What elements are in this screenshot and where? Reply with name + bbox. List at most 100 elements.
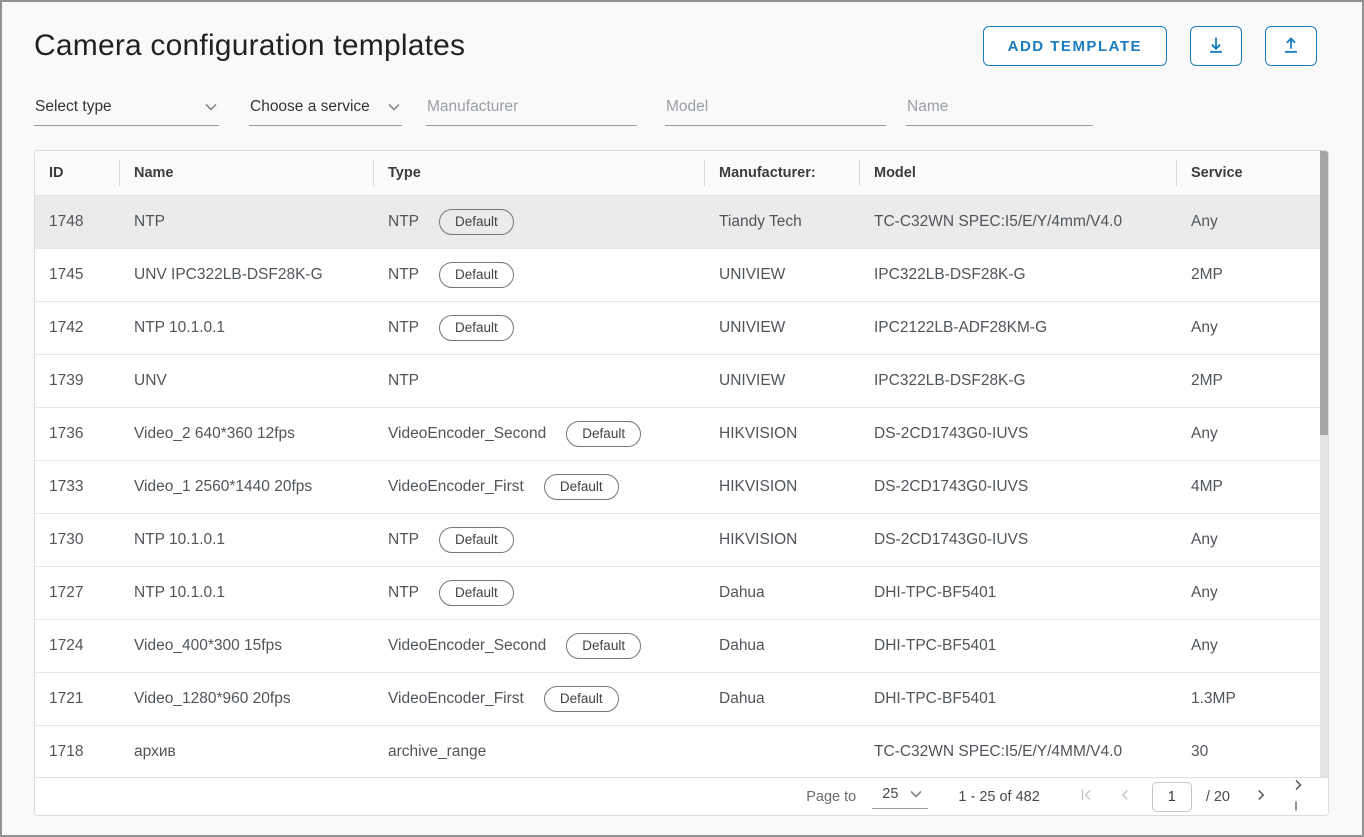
service-select[interactable]: Choose a service (249, 94, 402, 126)
cell-type: NTP Default (374, 302, 705, 354)
type-label: NTP (388, 531, 419, 549)
cell-name: NTP 10.1.0.1 (120, 567, 374, 619)
cell-name: UNV (120, 355, 374, 407)
cell-model: DHI-TPC-BF5401 (860, 620, 1177, 672)
cell-type: NTP Default (374, 567, 705, 619)
cell-type: NTP Default (374, 514, 705, 566)
cell-manufacturer: HIKVISION (705, 514, 860, 566)
cell-id: 1748 (35, 196, 120, 248)
cell-model: TC-C32WN SPEC:I5/E/Y/4MM/V4.0 (860, 726, 1177, 778)
cell-manufacturer: HIKVISION (705, 408, 860, 460)
cell-model: IPC322LB-DSF28K-G (860, 355, 1177, 407)
chevron-down-icon (388, 103, 400, 111)
default-badge: Default (566, 633, 641, 659)
cell-id: 1736 (35, 408, 120, 460)
table-row[interactable]: 1727 NTP 10.1.0.1 NTP Default Dahua DHI-… (35, 567, 1328, 620)
download-icon (1205, 34, 1227, 59)
cell-id: 1745 (35, 249, 120, 301)
cell-service: 1.3MP (1177, 673, 1328, 725)
cell-model: DS-2CD1743G0-IUVS (860, 408, 1177, 460)
next-page-button[interactable] (1246, 782, 1276, 812)
cell-id: 1718 (35, 726, 120, 778)
model-filter-field (665, 94, 886, 126)
add-template-button[interactable]: ADD TEMPLATE (983, 26, 1167, 66)
manufacturer-filter-input[interactable] (427, 98, 635, 116)
first-page-button[interactable] (1072, 782, 1102, 812)
topbar: Camera configuration templates ADD TEMPL… (34, 2, 1329, 66)
cell-model: DS-2CD1743G0-IUVS (860, 461, 1177, 513)
type-select[interactable]: Select type (34, 94, 219, 126)
cell-name: Video_400*300 15fps (120, 620, 374, 672)
type-label: NTP (388, 319, 419, 337)
cell-model: DHI-TPC-BF5401 (860, 673, 1177, 725)
cell-id: 1739 (35, 355, 120, 407)
type-label: NTP (388, 372, 419, 390)
table-row[interactable]: 1721 Video_1280*960 20fps VideoEncoder_F… (35, 673, 1328, 726)
camera-templates-page: Camera configuration templates ADD TEMPL… (2, 2, 1362, 835)
cell-type: NTP (374, 355, 705, 407)
manufacturer-filter-field (426, 94, 637, 126)
table-row[interactable]: 1742 NTP 10.1.0.1 NTP Default UNIVIEW IP… (35, 302, 1328, 355)
type-label: VideoEncoder_Second (388, 425, 546, 443)
cell-service: 30 (1177, 726, 1328, 778)
scrollbar-thumb[interactable] (1320, 151, 1328, 435)
table-row[interactable]: 1724 Video_400*300 15fps VideoEncoder_Se… (35, 620, 1328, 673)
cell-manufacturer: HIKVISION (705, 461, 860, 513)
cell-type: VideoEncoder_First Default (374, 461, 705, 513)
last-page-icon (1289, 776, 1309, 817)
table-footer: Page to 25 1 - 25 of 482 / 20 (35, 777, 1328, 815)
table-header-row: ID Name Type Manufacturer: Model Service (35, 151, 1328, 196)
table-scrollbar[interactable] (1320, 151, 1328, 779)
table-row[interactable]: 1718 архив archive_range TC-C32WN SPEC:I… (35, 726, 1328, 779)
cell-name: UNV IPC322LB-DSF28K-G (120, 249, 374, 301)
name-filter-input[interactable] (907, 98, 1091, 116)
table-row[interactable]: 1736 Video_2 640*360 12fps VideoEncoder_… (35, 408, 1328, 461)
cell-manufacturer: Tiandy Tech (705, 196, 860, 248)
type-label: NTP (388, 584, 419, 602)
cell-service: Any (1177, 567, 1328, 619)
type-label: VideoEncoder_Second (388, 637, 546, 655)
cell-service: Any (1177, 302, 1328, 354)
table-row[interactable]: 1748 NTP NTP Default Tiandy Tech TC-C32W… (35, 196, 1328, 249)
name-filter-field (906, 94, 1093, 126)
type-label: NTP (388, 266, 419, 284)
previous-page-button[interactable] (1110, 782, 1140, 812)
table-row[interactable]: 1730 NTP 10.1.0.1 NTP Default HIKVISION … (35, 514, 1328, 567)
download-button[interactable] (1190, 26, 1242, 66)
cell-name: Video_1 2560*1440 20fps (120, 461, 374, 513)
top-actions: ADD TEMPLATE (983, 26, 1317, 66)
cell-type: VideoEncoder_Second Default (374, 620, 705, 672)
pagination-range: 1 - 25 of 482 (958, 789, 1039, 805)
cell-id: 1730 (35, 514, 120, 566)
default-badge: Default (544, 474, 619, 500)
cell-model: TC-C32WN SPEC:I5/E/Y/4mm/V4.0 (860, 196, 1177, 248)
table-row[interactable]: 1739 UNV NTP UNIVIEW IPC322LB-DSF28K-G 2… (35, 355, 1328, 408)
cell-id: 1727 (35, 567, 120, 619)
table-row[interactable]: 1733 Video_1 2560*1440 20fps VideoEncode… (35, 461, 1328, 514)
cell-service: Any (1177, 408, 1328, 460)
last-page-button[interactable] (1284, 782, 1314, 812)
type-select-value: Select type (35, 98, 112, 116)
current-page-input[interactable] (1152, 782, 1192, 812)
cell-type: NTP Default (374, 196, 705, 248)
service-select-value: Choose a service (250, 98, 370, 116)
default-badge: Default (439, 209, 514, 235)
cell-name: Video_1280*960 20fps (120, 673, 374, 725)
model-filter-input[interactable] (666, 98, 884, 116)
cell-id: 1733 (35, 461, 120, 513)
page-size-select[interactable]: 25 (872, 784, 928, 809)
cell-name: NTP 10.1.0.1 (120, 302, 374, 354)
cell-type: VideoEncoder_First Default (374, 673, 705, 725)
first-page-icon (1078, 786, 1096, 807)
default-badge: Default (439, 315, 514, 341)
cell-model: DHI-TPC-BF5401 (860, 567, 1177, 619)
column-header-id: ID (35, 151, 120, 195)
upload-button[interactable] (1265, 26, 1317, 66)
default-badge: Default (439, 262, 514, 288)
cell-service: 2MP (1177, 249, 1328, 301)
cell-manufacturer: Dahua (705, 567, 860, 619)
cell-model: IPC2122LB-ADF28KM-G (860, 302, 1177, 354)
table-row[interactable]: 1745 UNV IPC322LB-DSF28K-G NTP Default U… (35, 249, 1328, 302)
total-pages: / 20 (1206, 789, 1230, 805)
upload-icon (1280, 34, 1302, 59)
